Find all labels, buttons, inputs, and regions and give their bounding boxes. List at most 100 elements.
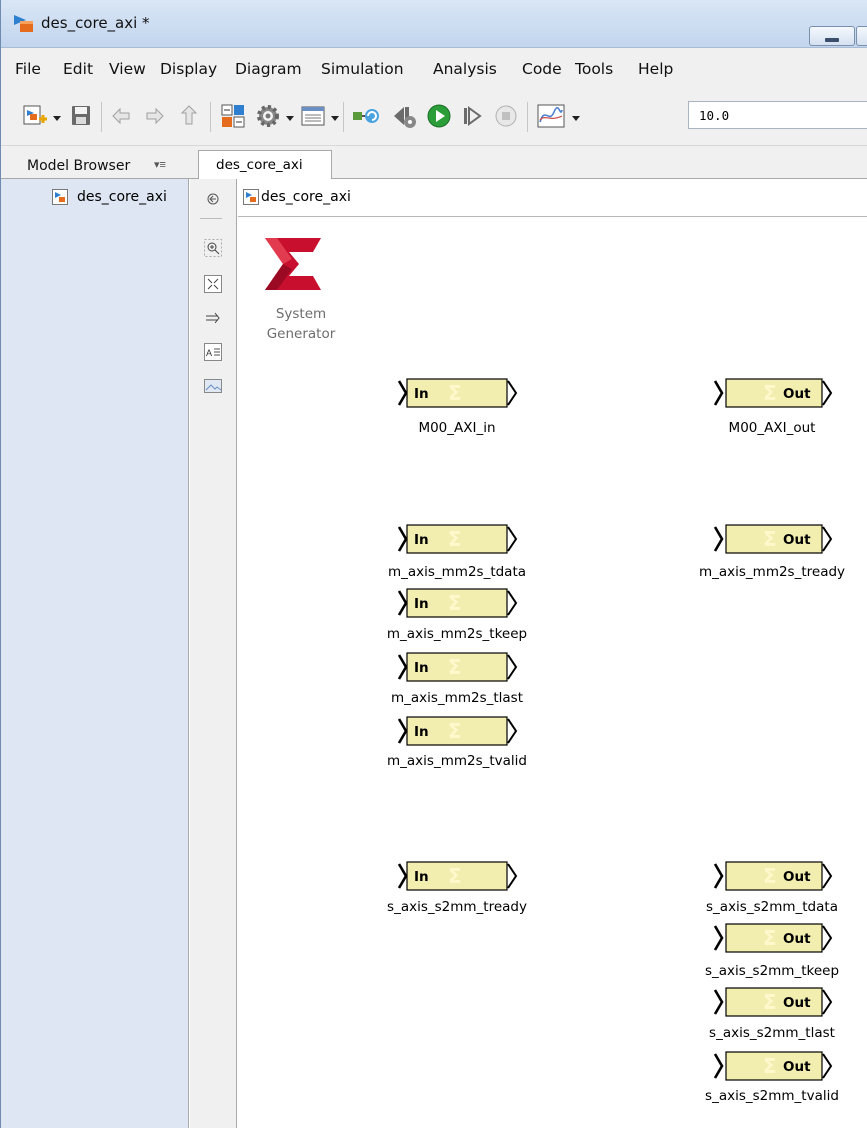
hide-browser-icon[interactable]	[204, 190, 222, 208]
toolbar-divider	[101, 102, 102, 132]
menu-display[interactable]: Display	[160, 60, 217, 78]
title-bar: des_core_axi *	[1, 0, 867, 48]
stop-icon[interactable]	[493, 102, 519, 130]
gateway-out-block[interactable]: Σ Out	[713, 377, 837, 409]
svg-text:Σ: Σ	[448, 719, 462, 743]
tab-label: des_core_axi	[216, 157, 303, 173]
block-type-text: Out	[783, 995, 811, 1011]
fit-view-icon[interactable]	[204, 275, 222, 293]
new-model-dropdown-icon[interactable]	[53, 116, 61, 121]
gateway-out-block[interactable]: Σ Out	[713, 523, 837, 555]
block-type-text: In	[414, 596, 429, 612]
block-type-text: In	[414, 532, 429, 548]
new-model-icon[interactable]	[22, 102, 48, 130]
menu-diagram[interactable]: Diagram	[235, 60, 302, 78]
toolbar-divider	[527, 102, 528, 132]
toolbar-divider	[343, 102, 344, 132]
settings-icon[interactable]	[255, 102, 281, 130]
block-type-text: In	[414, 724, 429, 740]
block-type-text: Out	[783, 386, 811, 402]
menu-tools[interactable]: Tools	[575, 60, 613, 78]
svg-text:Σ: Σ	[448, 655, 462, 679]
gateway-in-block[interactable]: Σ In	[396, 587, 520, 619]
block-type-text: In	[414, 869, 429, 885]
zoom-icon[interactable]	[204, 239, 222, 257]
scope-dropdown-icon[interactable]	[572, 116, 580, 121]
model-icon	[243, 189, 259, 205]
block-type-text: Out	[783, 869, 811, 885]
settings-dropdown-icon[interactable]	[286, 116, 294, 121]
block-name-label: s_axis_s2mm_tlast	[709, 1025, 835, 1041]
scope-icon[interactable]	[536, 102, 566, 130]
block-name-label: s_axis_s2mm_tready	[387, 899, 527, 915]
block-type-text: In	[414, 660, 429, 676]
menu-analysis[interactable]: Analysis	[433, 60, 497, 78]
menu-bar: File Edit View Display Diagram Simulatio…	[1, 48, 867, 88]
breadcrumb[interactable]: des_core_axi	[238, 179, 867, 217]
window-title: des_core_axi *	[41, 14, 150, 32]
menu-simulation[interactable]: Simulation	[321, 60, 404, 78]
toolbar-divider	[210, 102, 211, 132]
gateway-in-block[interactable]: Σ In	[396, 377, 520, 409]
gateway-out-block[interactable]: Σ Out	[713, 986, 837, 1018]
block-type-text: Out	[783, 532, 811, 548]
svg-text:Σ: Σ	[763, 527, 777, 551]
block-name-label: m_axis_mm2s_tlast	[390, 690, 523, 706]
menu-help[interactable]: Help	[638, 60, 673, 78]
model-icon	[52, 189, 68, 205]
block-name-label: s_axis_s2mm_tdata	[706, 899, 838, 915]
model-explorer-icon[interactable]	[300, 102, 326, 130]
gateway-out-block[interactable]: Σ Out	[713, 860, 837, 892]
update-diagram-icon[interactable]	[351, 102, 381, 130]
palette-divider	[200, 218, 222, 219]
annotation-icon[interactable]: A	[204, 343, 222, 361]
minimize-button[interactable]	[809, 26, 855, 46]
svg-text:Σ: Σ	[448, 591, 462, 615]
run-icon[interactable]	[425, 102, 453, 130]
svg-text:Σ: Σ	[448, 381, 462, 405]
block-name-label: M00_AXI_in	[418, 420, 496, 436]
gateway-out-block[interactable]: Σ Out	[713, 922, 837, 954]
gateway-out-block[interactable]: Σ Out	[713, 1050, 837, 1082]
block-type-text: In	[414, 386, 429, 402]
menu-edit[interactable]: Edit	[63, 60, 93, 78]
menu-view[interactable]: View	[109, 60, 146, 78]
explorer-dropdown-icon[interactable]	[331, 116, 339, 121]
model-canvas[interactable]: System Generator Σ In M00_AXI_in Σ In m_…	[238, 218, 867, 1128]
menu-code[interactable]: Code	[522, 60, 562, 78]
simulink-window: des_core_axi * File Edit View Display Di…	[0, 0, 867, 1128]
save-icon[interactable]	[69, 102, 93, 130]
model-browser-menu-icon[interactable]: ▾≡	[154, 158, 166, 171]
gateway-in-block[interactable]: Σ In	[396, 860, 520, 892]
tab-des-core-axi[interactable]: des_core_axi	[198, 150, 332, 180]
block-type-text: Out	[783, 931, 811, 947]
system-generator-label: System	[275, 306, 327, 322]
up-icon[interactable]	[177, 102, 201, 130]
block-name-label: m_axis_mm2s_tdata	[387, 564, 527, 580]
svg-text:A: A	[206, 348, 212, 358]
block-name-label: m_axis_mm2s_tkeep	[386, 626, 528, 642]
back-icon[interactable]	[109, 102, 133, 130]
system-generator-label: Generator	[266, 326, 336, 342]
gateway-in-block[interactable]: Σ In	[396, 651, 520, 683]
gateway-in-block[interactable]: Σ In	[396, 715, 520, 747]
gateway-in-block[interactable]: Σ In	[396, 523, 520, 555]
maximize-button[interactable]	[856, 26, 867, 46]
svg-text:Σ: Σ	[448, 527, 462, 551]
svg-text:Σ: Σ	[763, 381, 777, 405]
stop-time-field[interactable]: 10.0	[688, 101, 867, 129]
model-browser-label: Model Browser	[27, 158, 131, 174]
image-icon[interactable]	[204, 377, 222, 395]
system-generator-block[interactable]: System Generator	[256, 238, 346, 348]
block-name-label: M00_AXI_out	[728, 420, 816, 436]
step-forward-icon[interactable]	[460, 102, 484, 130]
arrow-icon[interactable]	[204, 309, 222, 327]
step-back-icon[interactable]	[390, 102, 418, 130]
library-browser-icon[interactable]	[219, 102, 247, 130]
block-type-text: Out	[783, 1059, 811, 1075]
model-browser-panel: des_core_axi	[1, 179, 189, 1128]
block-name-label: s_axis_s2mm_tvalid	[705, 1088, 839, 1104]
model-browser-item[interactable]: des_core_axi	[52, 187, 182, 209]
menu-file[interactable]: File	[15, 60, 41, 78]
forward-icon[interactable]	[143, 102, 167, 130]
